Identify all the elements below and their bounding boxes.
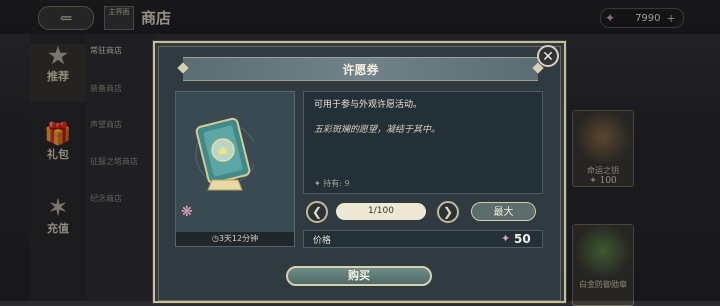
rarity-badge-icon: ❋ [181, 204, 193, 220]
increase-quantity-button[interactable]: ❯ [437, 201, 459, 223]
diamond-small-icon: ✦ [314, 179, 321, 188]
quantity-field[interactable]: 1/100 [336, 203, 426, 220]
item-timer: ◷3天12分钟 [176, 232, 294, 246]
price-value: 50 [514, 232, 531, 246]
clock-icon: ◷ [211, 234, 219, 243]
wish-ticket-icon [195, 117, 254, 191]
decrease-quantity-button[interactable]: ❮ [306, 201, 328, 223]
timer-text: 3天12分钟 [218, 234, 259, 243]
dialog-title: 许愿券 [342, 63, 379, 77]
buy-button[interactable]: 购买 [286, 266, 432, 286]
owned-count: ✦ 持有: 9 [314, 178, 350, 189]
max-quantity-button[interactable]: 最大 [471, 202, 536, 221]
chevron-left-icon: ❮ [311, 205, 323, 219]
owned-count-text: 持有: 9 [323, 179, 350, 188]
price-row: 价格 ✦ 50 [303, 230, 543, 248]
close-icon: ✕ [542, 49, 554, 65]
item-description: 可用于参与外观许愿活动。 [314, 100, 423, 110]
gem-icon: ✦ [501, 232, 511, 245]
chevron-right-icon: ❯ [442, 205, 454, 219]
dialog-title-band: 许愿券 [177, 57, 544, 81]
quantity-selector: ❮ 1/100 ❯ 最大 [303, 201, 543, 225]
item-description-panel: 可用于参与外观许愿活动。 五彩斑斓的愿望，凝结于其中。 ✦ 持有: 9 [303, 91, 543, 194]
item-preview: ❋ ◷3天12分钟 [175, 91, 295, 247]
item-flavor-text: 五彩斑斓的愿望，凝结于其中。 [314, 125, 441, 135]
close-button[interactable]: ✕ [537, 45, 559, 67]
price-label: 价格 [313, 236, 332, 246]
